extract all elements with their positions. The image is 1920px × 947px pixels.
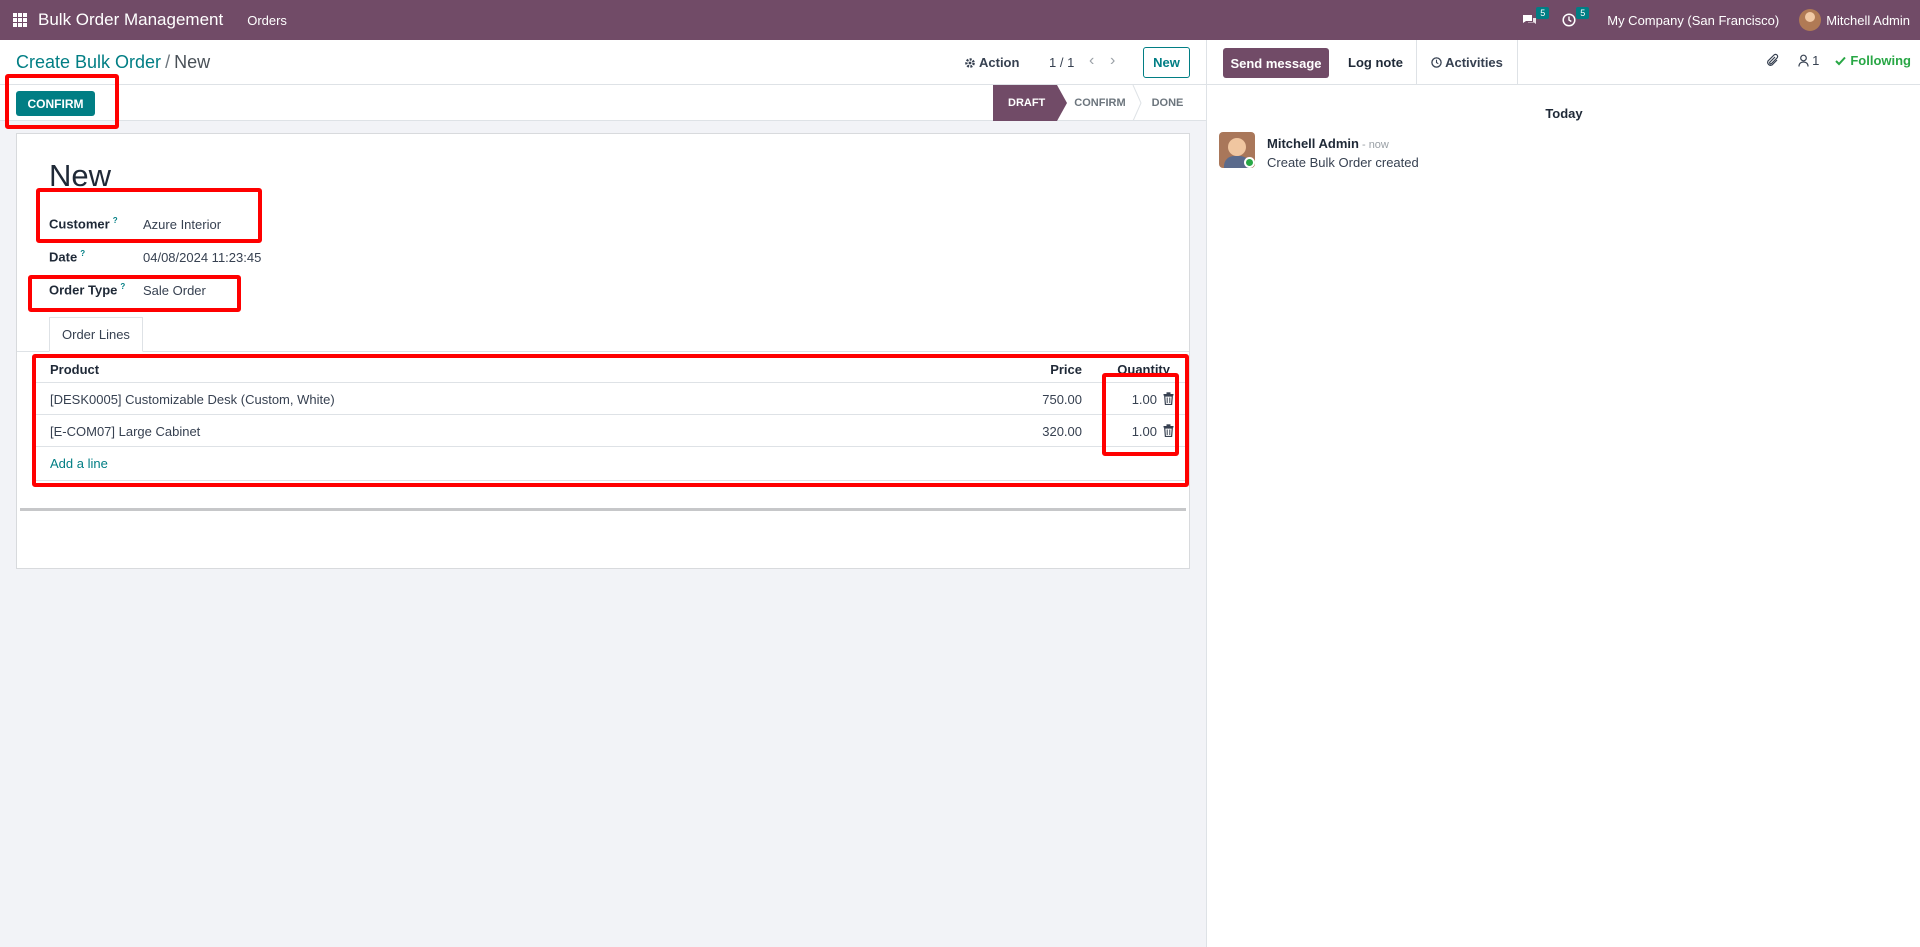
app-brand[interactable]: Bulk Order Management	[38, 10, 223, 30]
stage-pipeline: DRAFT CONFIRM DONE	[993, 85, 1195, 121]
action-menu-button[interactable]: Action	[964, 55, 1019, 70]
price-cell[interactable]: 750.00	[1042, 392, 1082, 407]
form-statusbar: CONFIRM DRAFT CONFIRM DONE	[0, 85, 1206, 121]
trash-icon[interactable]	[1163, 424, 1174, 437]
top-navbar: Bulk Order Management Orders 5 5 My Comp…	[0, 0, 1920, 40]
help-icon[interactable]: ?	[113, 216, 118, 225]
following-button[interactable]: Following	[1835, 53, 1911, 68]
control-panel: Create Bulk Order / New Action 1 / 1 ‹ › N…	[0, 40, 1206, 85]
chatter-actions: 1 Following	[1766, 53, 1911, 68]
confirm-button[interactable]: CONFIRM	[16, 91, 95, 116]
breadcrumb: Create Bulk Order / New	[16, 52, 210, 73]
message-body: Create Bulk Order created	[1267, 155, 1419, 170]
messages-badge: 5	[1536, 7, 1550, 19]
pager-next-icon[interactable]: ›	[1110, 52, 1115, 70]
header-price[interactable]: Price	[1050, 362, 1082, 377]
message-author: Mitchell Admin - now	[1267, 136, 1389, 151]
quantity-cell[interactable]: 1.00	[1132, 392, 1157, 407]
table-row[interactable]: [E-COM07] Large Cabinet 320.00 1.00	[33, 415, 1189, 447]
pager-value[interactable]: 1 / 1	[1049, 55, 1074, 70]
activities-label: Activities	[1445, 55, 1503, 70]
record-title: New	[49, 158, 112, 193]
online-status-icon	[1244, 157, 1255, 168]
pager-previous-icon[interactable]: ‹	[1089, 52, 1094, 70]
date-label: Date?	[49, 249, 86, 265]
customer-label: Customer?	[49, 216, 118, 232]
activities-badge: 5	[1576, 7, 1590, 19]
help-icon[interactable]: ?	[80, 249, 85, 258]
price-cell[interactable]: 320.00	[1042, 424, 1082, 439]
stage-confirm[interactable]: CONFIRM	[1057, 85, 1137, 121]
apps-menu-icon[interactable]	[13, 13, 27, 27]
breadcrumb-parent-link[interactable]: Create Bulk Order	[16, 52, 161, 72]
chat-icon	[1522, 14, 1536, 24]
chatter-topbar: Send message Log note Activities 1 Follo…	[1207, 40, 1920, 85]
check-icon	[1835, 56, 1847, 65]
chatter-panel: Send message Log note Activities 1 Follo…	[1206, 40, 1920, 947]
table-scrollbar[interactable]	[20, 508, 1186, 511]
tab-divider	[17, 351, 1189, 352]
header-product[interactable]: Product	[50, 362, 99, 377]
order-lines-table: Product Price Quantity [DESK0005] Custom…	[33, 353, 1189, 481]
quantity-cell[interactable]: 1.00	[1132, 424, 1157, 439]
followers-count: 1	[1812, 53, 1820, 68]
header-quantity[interactable]: Quantity	[1117, 362, 1170, 377]
product-cell[interactable]: [DESK0005] Customizable Desk (Custom, Wh…	[50, 392, 335, 407]
activities-systray[interactable]: 5	[1559, 7, 1590, 30]
form-sheet: New Customer? Azure Interior Date? 04/08…	[16, 133, 1190, 569]
date-field[interactable]: 04/08/2024 11:23:45	[143, 250, 261, 265]
order-type-label: Order Type?	[49, 282, 126, 298]
followers-button[interactable]: 1	[1798, 53, 1819, 68]
stage-done[interactable]: DONE	[1142, 85, 1196, 121]
user-menu[interactable]: Mitchell Admin	[1799, 9, 1910, 31]
user-icon	[1798, 54, 1809, 67]
gear-icon	[965, 57, 975, 68]
tab-order-lines[interactable]: Order Lines	[49, 317, 143, 352]
action-label: Action	[979, 55, 1020, 70]
add-a-line-link[interactable]: Add a line	[50, 456, 108, 471]
date-separator: Today	[1545, 106, 1583, 121]
table-header: Product Price Quantity	[33, 353, 1189, 383]
clock-icon	[1431, 57, 1442, 68]
add-line-row: Add a line	[33, 447, 1189, 481]
menu-orders[interactable]: Orders	[247, 13, 287, 28]
navbar-systray: 5 5 My Company (San Francisco) Mitchell …	[1519, 0, 1910, 40]
user-name: Mitchell Admin	[1826, 12, 1910, 28]
company-switcher[interactable]: My Company (San Francisco)	[1607, 13, 1779, 28]
send-message-button[interactable]: Send message	[1223, 48, 1329, 78]
clock-icon	[1562, 13, 1576, 27]
table-row[interactable]: [DESK0005] Customizable Desk (Custom, Wh…	[33, 383, 1189, 415]
order-type-field[interactable]: Sale Order	[143, 283, 206, 298]
product-cell[interactable]: [E-COM07] Large Cabinet	[50, 424, 200, 439]
messages-systray[interactable]: 5	[1519, 7, 1550, 30]
following-label: Following	[1850, 53, 1911, 68]
new-record-button[interactable]: New	[1143, 47, 1190, 78]
user-avatar	[1799, 9, 1822, 31]
activities-button[interactable]: Activities	[1416, 40, 1518, 85]
message-time: - now	[1361, 139, 1389, 151]
stage-draft[interactable]: DRAFT	[993, 85, 1068, 121]
help-icon[interactable]: ?	[120, 282, 125, 291]
breadcrumb-current: New	[174, 52, 211, 72]
customer-field[interactable]: Azure Interior	[143, 217, 221, 232]
breadcrumb-separator: /	[165, 52, 171, 72]
log-note-button[interactable]: Log note	[1329, 40, 1422, 85]
paperclip-icon[interactable]	[1766, 53, 1780, 68]
trash-icon[interactable]	[1163, 392, 1174, 405]
